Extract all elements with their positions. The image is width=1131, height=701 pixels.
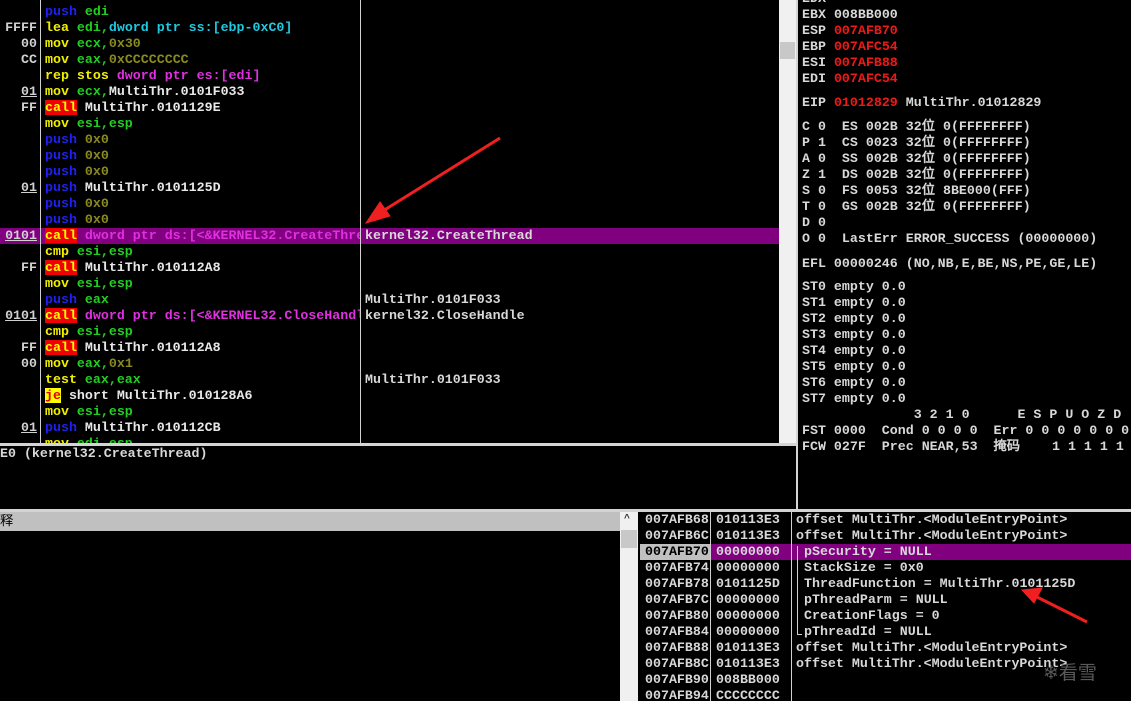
arrow-icon — [364, 136, 501, 224]
watermark-logo: ❄看雪 — [1043, 662, 1097, 684]
arrow-icon — [1020, 587, 1088, 624]
watermark-text: 看雪 — [1058, 662, 1097, 684]
annotation-arrows — [364, 136, 1088, 624]
